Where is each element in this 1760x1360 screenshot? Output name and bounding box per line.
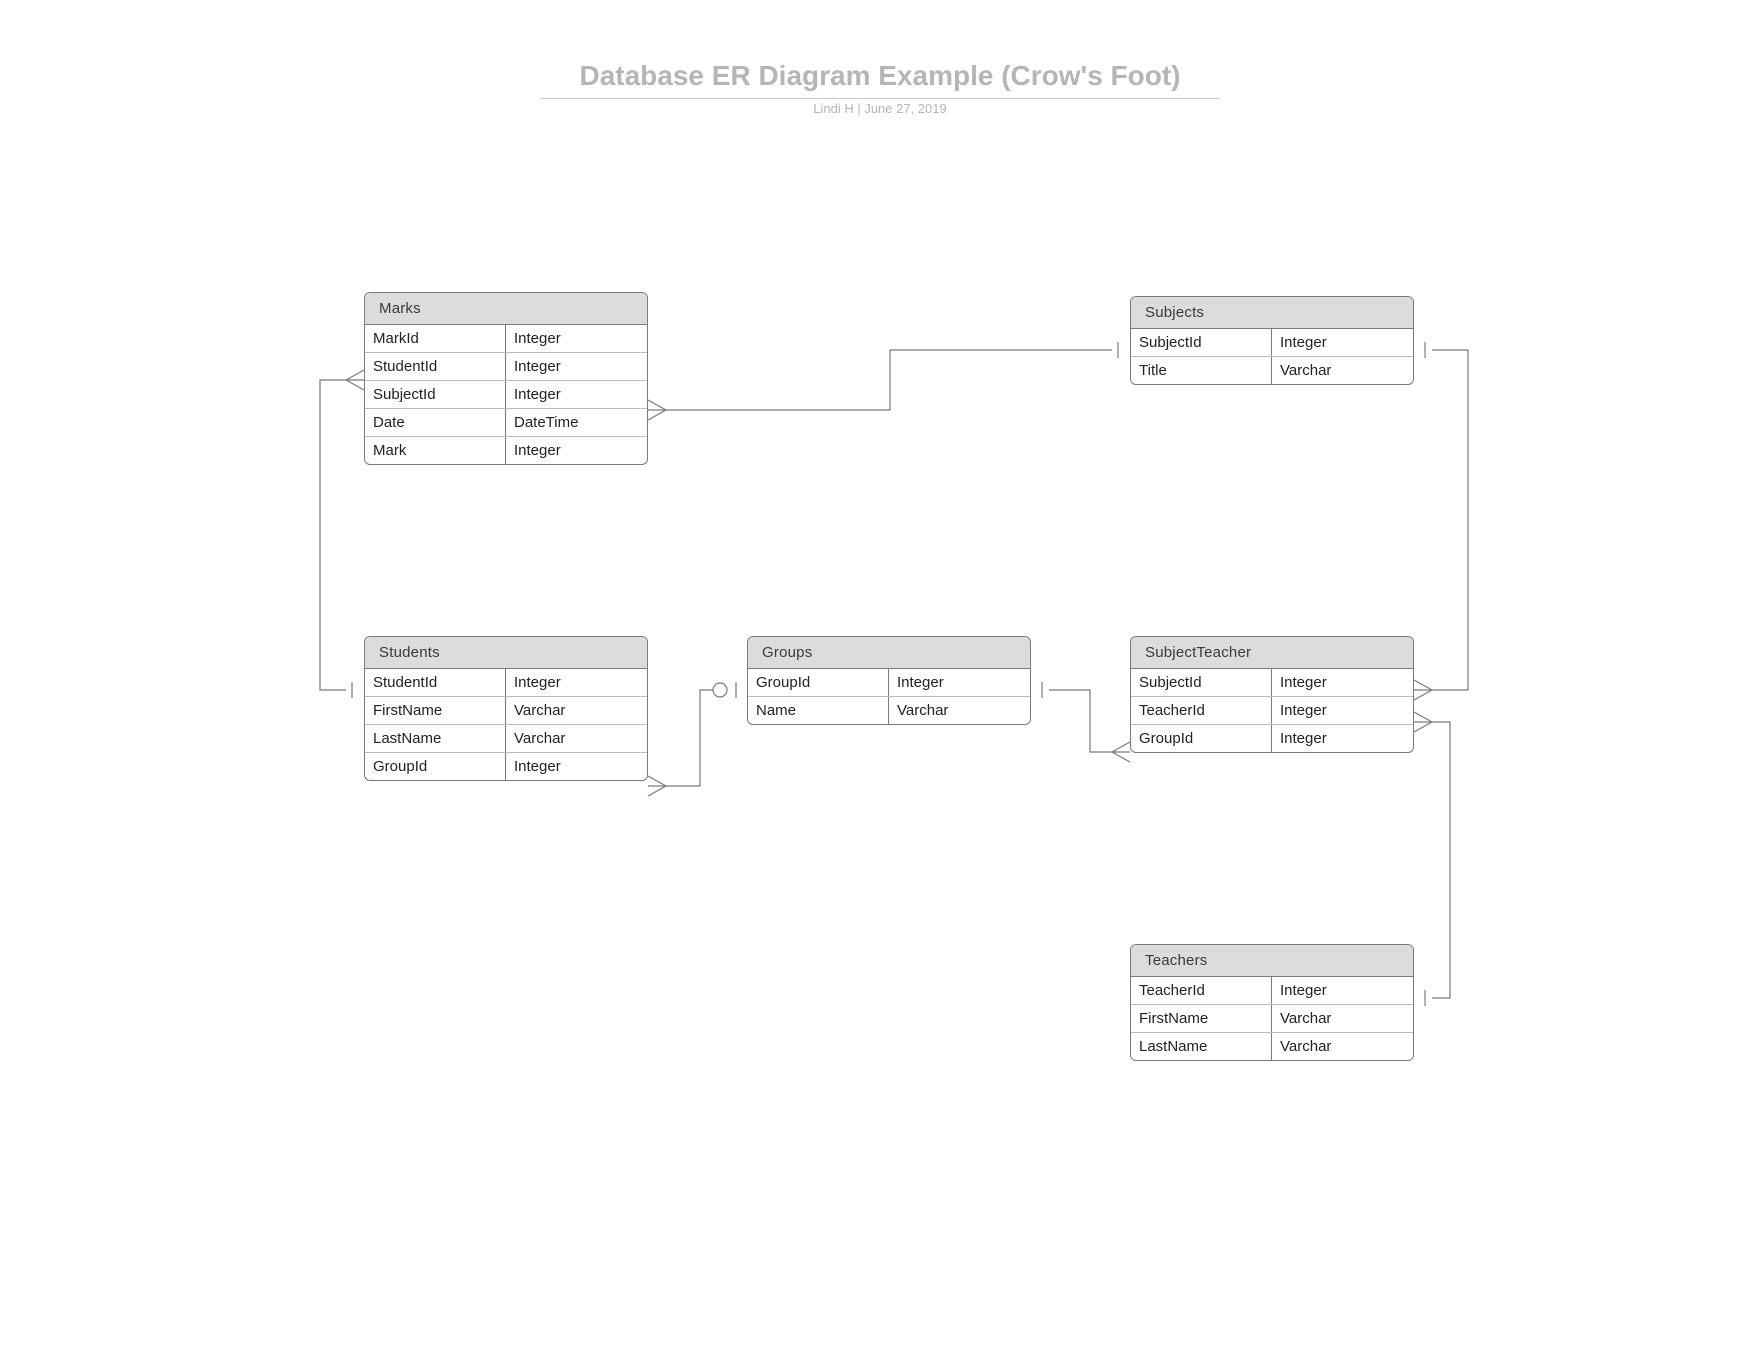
field-name: Mark: [365, 437, 506, 464]
entity-fields: TeacherIdIntegerFirstNameVarcharLastName…: [1131, 977, 1413, 1060]
entity-marks: MarksMarkIdIntegerStudentIdIntegerSubjec…: [364, 292, 648, 465]
field-type: Integer: [506, 325, 647, 352]
entity-field-row: TitleVarchar: [1131, 356, 1413, 384]
entity-field-row: TeacherIdInteger: [1131, 696, 1413, 724]
field-type: Integer: [1272, 977, 1413, 1004]
rel-groups-subjectteacher: [1042, 682, 1130, 762]
entity-field-row: DateDateTime: [365, 408, 647, 436]
diagram-subtitle: Lindi H | June 27, 2019: [540, 101, 1220, 116]
field-name: LastName: [365, 725, 506, 752]
field-type: Varchar: [506, 697, 647, 724]
entity-field-row: StudentIdInteger: [365, 669, 647, 696]
field-type: Integer: [1272, 725, 1413, 752]
field-type: Integer: [506, 381, 647, 408]
field-type: Varchar: [1272, 1005, 1413, 1032]
entity-field-row: TeacherIdInteger: [1131, 977, 1413, 1004]
entity-subjects: SubjectsSubjectIdIntegerTitleVarchar: [1130, 296, 1414, 385]
field-type: Integer: [1272, 669, 1413, 696]
field-type: Integer: [506, 669, 647, 696]
field-type: Integer: [506, 353, 647, 380]
field-name: TeacherId: [1131, 977, 1272, 1004]
field-name: SubjectId: [1131, 669, 1272, 696]
entity-header: Teachers: [1131, 945, 1413, 977]
field-name: StudentId: [365, 669, 506, 696]
entity-fields: SubjectIdIntegerTeacherIdIntegerGroupIdI…: [1131, 669, 1413, 752]
field-name: GroupId: [365, 753, 506, 780]
entity-field-row: SubjectIdInteger: [1131, 669, 1413, 696]
field-type: Integer: [1272, 329, 1413, 356]
entity-header: Subjects: [1131, 297, 1413, 329]
field-name: StudentId: [365, 353, 506, 380]
field-name: GroupId: [1131, 725, 1272, 752]
entity-field-row: StudentIdInteger: [365, 352, 647, 380]
field-name: TeacherId: [1131, 697, 1272, 724]
field-type: Varchar: [1272, 357, 1413, 384]
field-type: Varchar: [1272, 1033, 1413, 1060]
entity-header: Students: [365, 637, 647, 669]
field-name: LastName: [1131, 1033, 1272, 1060]
entity-students: StudentsStudentIdIntegerFirstNameVarchar…: [364, 636, 648, 781]
entity-field-row: GroupIdInteger: [748, 669, 1030, 696]
field-name: SubjectId: [365, 381, 506, 408]
rel-teachers-subjectteacher: [1414, 712, 1450, 1006]
entity-subjectteacher: SubjectTeacherSubjectIdIntegerTeacherIdI…: [1130, 636, 1414, 753]
entity-field-row: GroupIdInteger: [365, 752, 647, 780]
rel-groups-students: [648, 682, 736, 796]
entity-field-row: LastNameVarchar: [365, 724, 647, 752]
entity-fields: GroupIdIntegerNameVarchar: [748, 669, 1030, 724]
diagram-title: Database ER Diagram Example (Crow's Foot…: [540, 60, 1220, 92]
field-name: FirstName: [365, 697, 506, 724]
rel-subjects-subjectteacher: [1414, 342, 1468, 700]
entity-header: SubjectTeacher: [1131, 637, 1413, 669]
field-name: MarkId: [365, 325, 506, 352]
entity-field-row: NameVarchar: [748, 696, 1030, 724]
field-type: DateTime: [506, 409, 647, 436]
title-block: Database ER Diagram Example (Crow's Foot…: [540, 60, 1220, 116]
entity-header: Marks: [365, 293, 647, 325]
entity-field-row: FirstNameVarchar: [1131, 1004, 1413, 1032]
entity-fields: StudentIdIntegerFirstNameVarcharLastName…: [365, 669, 647, 780]
field-name: FirstName: [1131, 1005, 1272, 1032]
field-name: Name: [748, 697, 889, 724]
entity-field-row: MarkInteger: [365, 436, 647, 464]
entity-field-row: FirstNameVarchar: [365, 696, 647, 724]
entity-fields: SubjectIdIntegerTitleVarchar: [1131, 329, 1413, 384]
entity-teachers: TeachersTeacherIdIntegerFirstNameVarchar…: [1130, 944, 1414, 1061]
diagram-canvas: Database ER Diagram Example (Crow's Foot…: [0, 0, 1760, 1360]
title-rule: [540, 98, 1220, 99]
field-name: GroupId: [748, 669, 889, 696]
entity-field-row: MarkIdInteger: [365, 325, 647, 352]
field-type: Integer: [1272, 697, 1413, 724]
field-type: Integer: [506, 753, 647, 780]
field-type: Integer: [506, 437, 647, 464]
entity-field-row: LastNameVarchar: [1131, 1032, 1413, 1060]
entity-fields: MarkIdIntegerStudentIdIntegerSubjectIdIn…: [365, 325, 647, 464]
rel-students-marks: [320, 370, 364, 698]
field-type: Varchar: [506, 725, 647, 752]
entity-field-row: SubjectIdInteger: [1131, 329, 1413, 356]
field-name: SubjectId: [1131, 329, 1272, 356]
entity-header: Groups: [748, 637, 1030, 669]
field-type: Integer: [889, 669, 1030, 696]
rel-subjects-marks: [648, 342, 1118, 420]
entity-field-row: GroupIdInteger: [1131, 724, 1413, 752]
entity-groups: GroupsGroupIdIntegerNameVarchar: [747, 636, 1031, 725]
entity-field-row: SubjectIdInteger: [365, 380, 647, 408]
field-name: Date: [365, 409, 506, 436]
field-name: Title: [1131, 357, 1272, 384]
field-type: Varchar: [889, 697, 1030, 724]
